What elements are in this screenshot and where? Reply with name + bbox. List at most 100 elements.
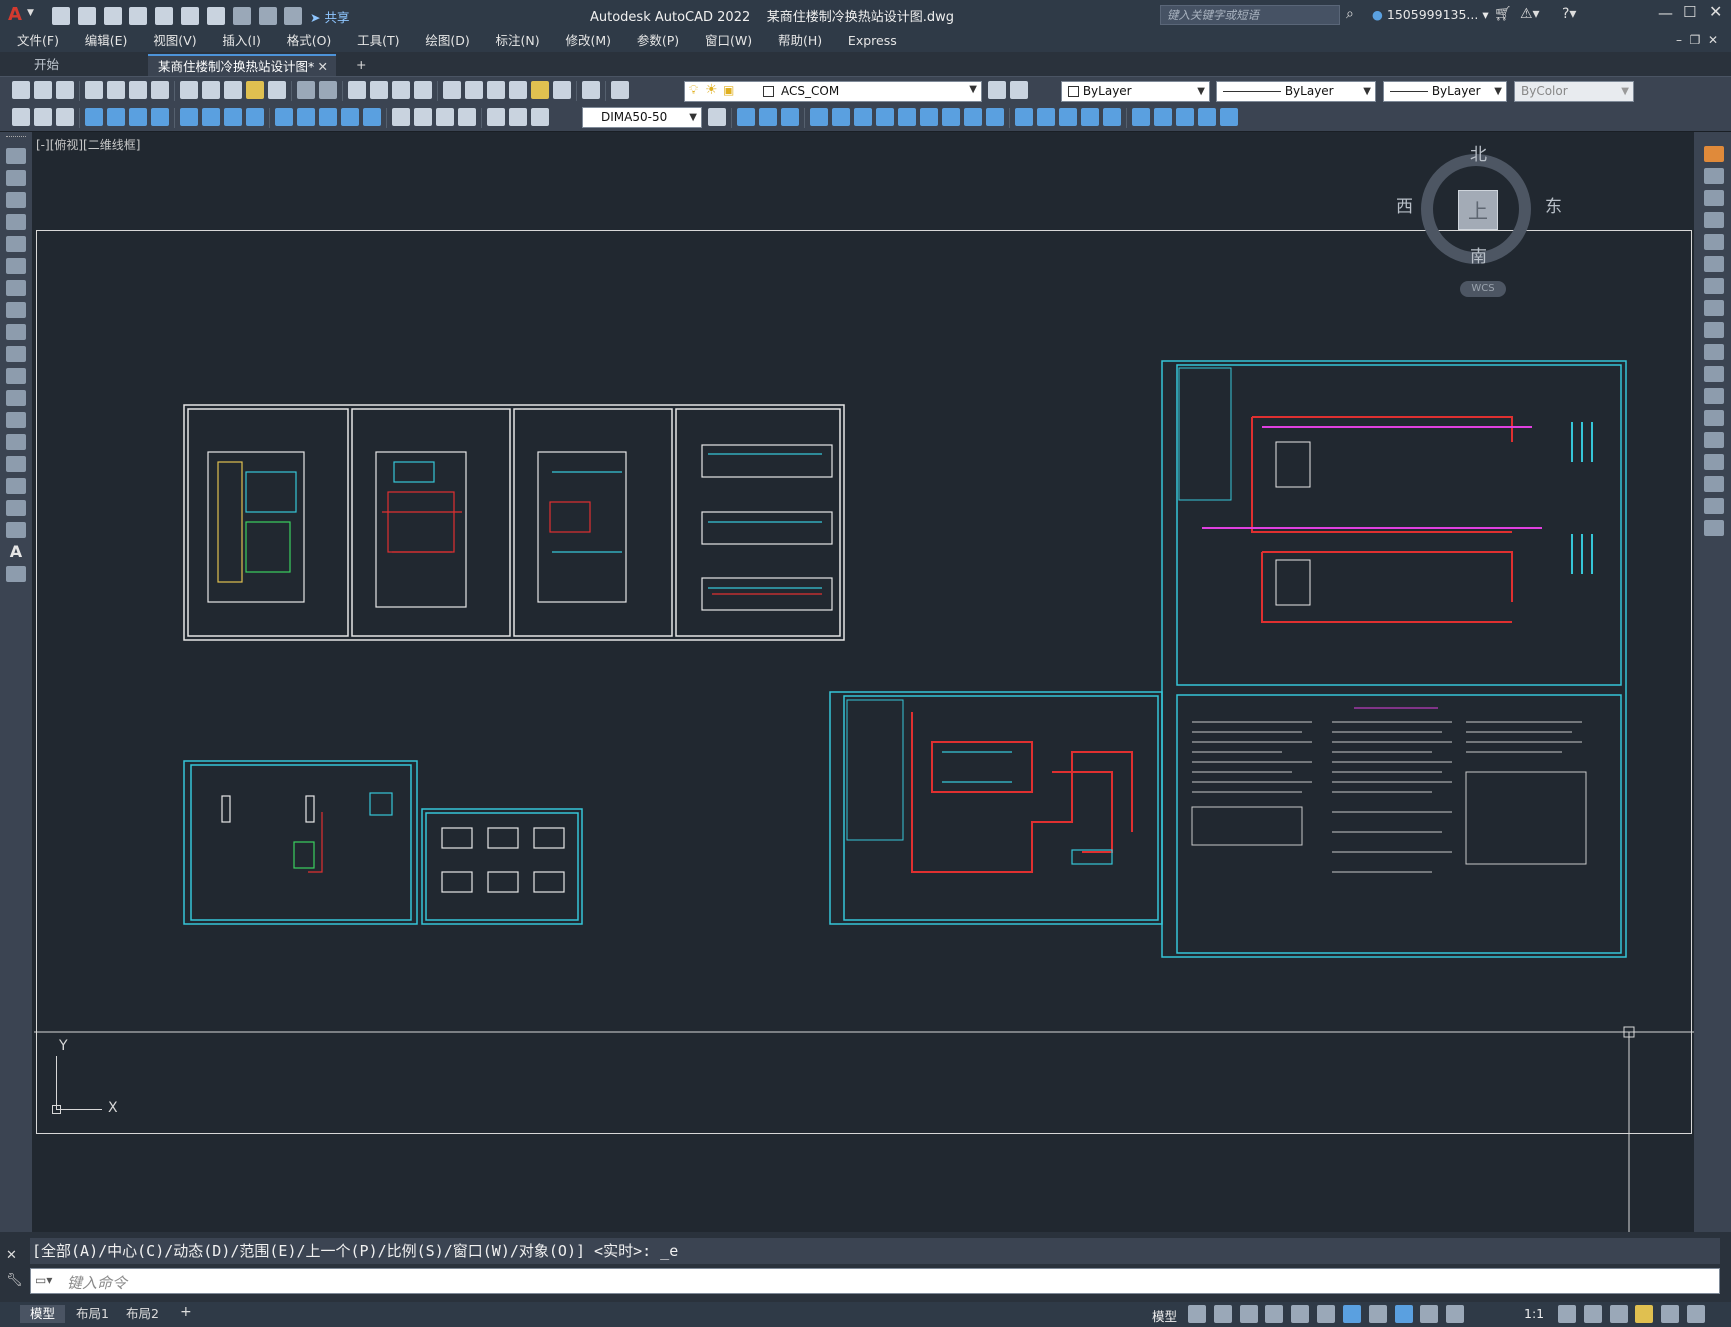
- fillet-icon[interactable]: [1037, 108, 1055, 126]
- tb-dim-icon[interactable]: [12, 108, 30, 126]
- dimstyle-dropdown[interactable]: DIMA50-50 ▼: [582, 107, 702, 128]
- doc-restore-icon[interactable]: ❐: [1690, 33, 1701, 47]
- a360-icon[interactable]: ⚠︎▾: [1520, 6, 1540, 22]
- dim-center-icon[interactable]: [414, 108, 432, 126]
- tb-undo-icon[interactable]: [297, 81, 315, 99]
- draworder-back-icon[interactable]: [1176, 108, 1194, 126]
- plotstyle-dropdown[interactable]: ByColor ▼: [1514, 81, 1634, 102]
- tab-add-button[interactable]: +: [346, 54, 376, 76]
- tb-copy-icon[interactable]: [202, 81, 220, 99]
- dim-space-icon[interactable]: [341, 108, 359, 126]
- gradient-icon[interactable]: [6, 478, 26, 494]
- dim-break-icon[interactable]: [363, 108, 381, 126]
- insert-block-icon[interactable]: [6, 390, 26, 406]
- clean-screen-icon[interactable]: [1661, 1305, 1680, 1323]
- dim-linear-icon[interactable]: [85, 108, 103, 126]
- command-close-icon[interactable]: ✕: [6, 1248, 17, 1263]
- rotate-icon[interactable]: [876, 108, 894, 126]
- lineweight-dropdown[interactable]: ByLayer ▼: [1383, 81, 1507, 102]
- lineweight-icon[interactable]: [1368, 1305, 1387, 1323]
- extend-icon[interactable]: [964, 108, 982, 126]
- construction-line-icon[interactable]: [6, 170, 26, 186]
- tab-start[interactable]: 开始: [24, 54, 144, 76]
- erase-icon[interactable]: [737, 108, 755, 126]
- ortho-icon[interactable]: [1239, 1305, 1258, 1323]
- polygon-icon[interactable]: [6, 214, 26, 230]
- annotation-scale-icon[interactable]: [1446, 1305, 1465, 1323]
- break-tool-icon[interactable]: [1704, 410, 1724, 426]
- add-selected-icon[interactable]: [6, 566, 26, 582]
- dim-edit-icon[interactable]: [487, 108, 505, 126]
- close-icon[interactable]: ✕: [1709, 2, 1722, 21]
- arc-icon[interactable]: [6, 258, 26, 274]
- scale-icon[interactable]: [898, 108, 916, 126]
- autocad-logo-icon[interactable]: A: [8, 5, 24, 25]
- menu-view[interactable]: 视图(V): [142, 30, 207, 52]
- menu-format[interactable]: 格式(O): [276, 30, 343, 52]
- fillet-tool-icon[interactable]: [1704, 476, 1724, 492]
- workspace-gear-icon[interactable]: [1558, 1305, 1576, 1323]
- mirror-icon[interactable]: [781, 108, 799, 126]
- tb-new-icon[interactable]: [12, 81, 30, 99]
- linetype-dropdown[interactable]: ByLayer ▼: [1216, 81, 1376, 102]
- hatch-icon[interactable]: [6, 456, 26, 472]
- menu-parametric[interactable]: 参数(P): [626, 30, 690, 52]
- tb-dim2-icon[interactable]: [34, 108, 52, 126]
- tb-zoom-window-icon[interactable]: [392, 81, 410, 99]
- menu-modify[interactable]: 修改(M): [554, 30, 622, 52]
- mirror-tool-icon[interactable]: [1704, 190, 1724, 206]
- dim-tolerance-icon[interactable]: [392, 108, 410, 126]
- customization-menu-icon[interactable]: [1687, 1305, 1706, 1323]
- open-icon[interactable]: [77, 7, 96, 25]
- scale-tool-icon[interactable]: [1704, 300, 1724, 316]
- dim-continue-icon[interactable]: [319, 108, 337, 126]
- make-block-icon[interactable]: [6, 412, 26, 428]
- tb-paste-icon[interactable]: [224, 81, 242, 99]
- copy-tool-icon[interactable]: [1704, 168, 1724, 184]
- add-layout-icon[interactable]: +: [180, 1304, 192, 1320]
- join-tool-icon[interactable]: [1704, 432, 1724, 448]
- doc-minimize-icon[interactable]: –: [1676, 33, 1682, 47]
- blend-tool-icon[interactable]: [1704, 498, 1724, 514]
- annotation-scale-value[interactable]: 1:1: [1524, 1306, 1544, 1321]
- search-input[interactable]: 键入关键字或短语: [1160, 5, 1340, 25]
- menu-express[interactable]: Express: [837, 30, 908, 52]
- menu-tools[interactable]: 工具(T): [346, 30, 410, 52]
- menu-edit[interactable]: 编辑(E): [74, 30, 139, 52]
- isolate-objects-icon[interactable]: [1635, 1305, 1654, 1323]
- tb-open-icon[interactable]: [34, 81, 52, 99]
- dim-radius-icon[interactable]: [180, 108, 198, 126]
- tb-help-icon[interactable]: [582, 81, 600, 99]
- join-icon[interactable]: [1081, 108, 1099, 126]
- save-as-icon[interactable]: [129, 7, 148, 25]
- dim-baseline-icon[interactable]: [297, 108, 315, 126]
- blend-icon[interactable]: [1103, 108, 1121, 126]
- dim-angular-icon[interactable]: [246, 108, 264, 126]
- menu-window[interactable]: 窗口(W): [694, 30, 763, 52]
- dim-jogline-icon[interactable]: [458, 108, 476, 126]
- trim-tool-icon[interactable]: [1704, 344, 1724, 360]
- move-tool-icon[interactable]: [1704, 256, 1724, 272]
- annotation-visibility-icon[interactable]: [1394, 1305, 1413, 1323]
- new-icon[interactable]: [52, 7, 70, 25]
- ellipse-arc-icon[interactable]: [6, 368, 26, 384]
- array-tool-icon[interactable]: [1704, 234, 1724, 250]
- erase-tool-icon[interactable]: [1704, 146, 1724, 162]
- layer-dropdown[interactable]: 💡︎ ☀ ▣ ACS_COM ▼: [684, 81, 982, 102]
- annotation-monitor-icon[interactable]: [1583, 1305, 1602, 1323]
- offset-tool-icon[interactable]: [1704, 212, 1724, 228]
- cart-icon[interactable]: 🛒︎: [1494, 6, 1512, 22]
- dimstyle-manager-icon[interactable]: [708, 108, 726, 126]
- dim-jogged-icon[interactable]: [202, 108, 220, 126]
- drawing-canvas[interactable]: [-][俯视][二维线框] 上 北 南 西 东 WCS Y X: [32, 132, 1694, 1232]
- layer-freeze-icon[interactable]: ☀: [705, 82, 718, 98]
- layer-on-icon[interactable]: 💡︎: [689, 83, 698, 98]
- dim-arc-icon[interactable]: [129, 108, 147, 126]
- dim-textedit-icon[interactable]: [509, 108, 527, 126]
- undo-icon[interactable]: [232, 7, 251, 25]
- ellipse-icon[interactable]: [6, 346, 26, 362]
- menu-draw[interactable]: 绘图(D): [414, 30, 480, 52]
- search-icon[interactable]: ⌕: [1346, 6, 1354, 22]
- tb-layer-properties-icon[interactable]: [611, 81, 629, 99]
- minimize-icon[interactable]: —: [1658, 4, 1673, 22]
